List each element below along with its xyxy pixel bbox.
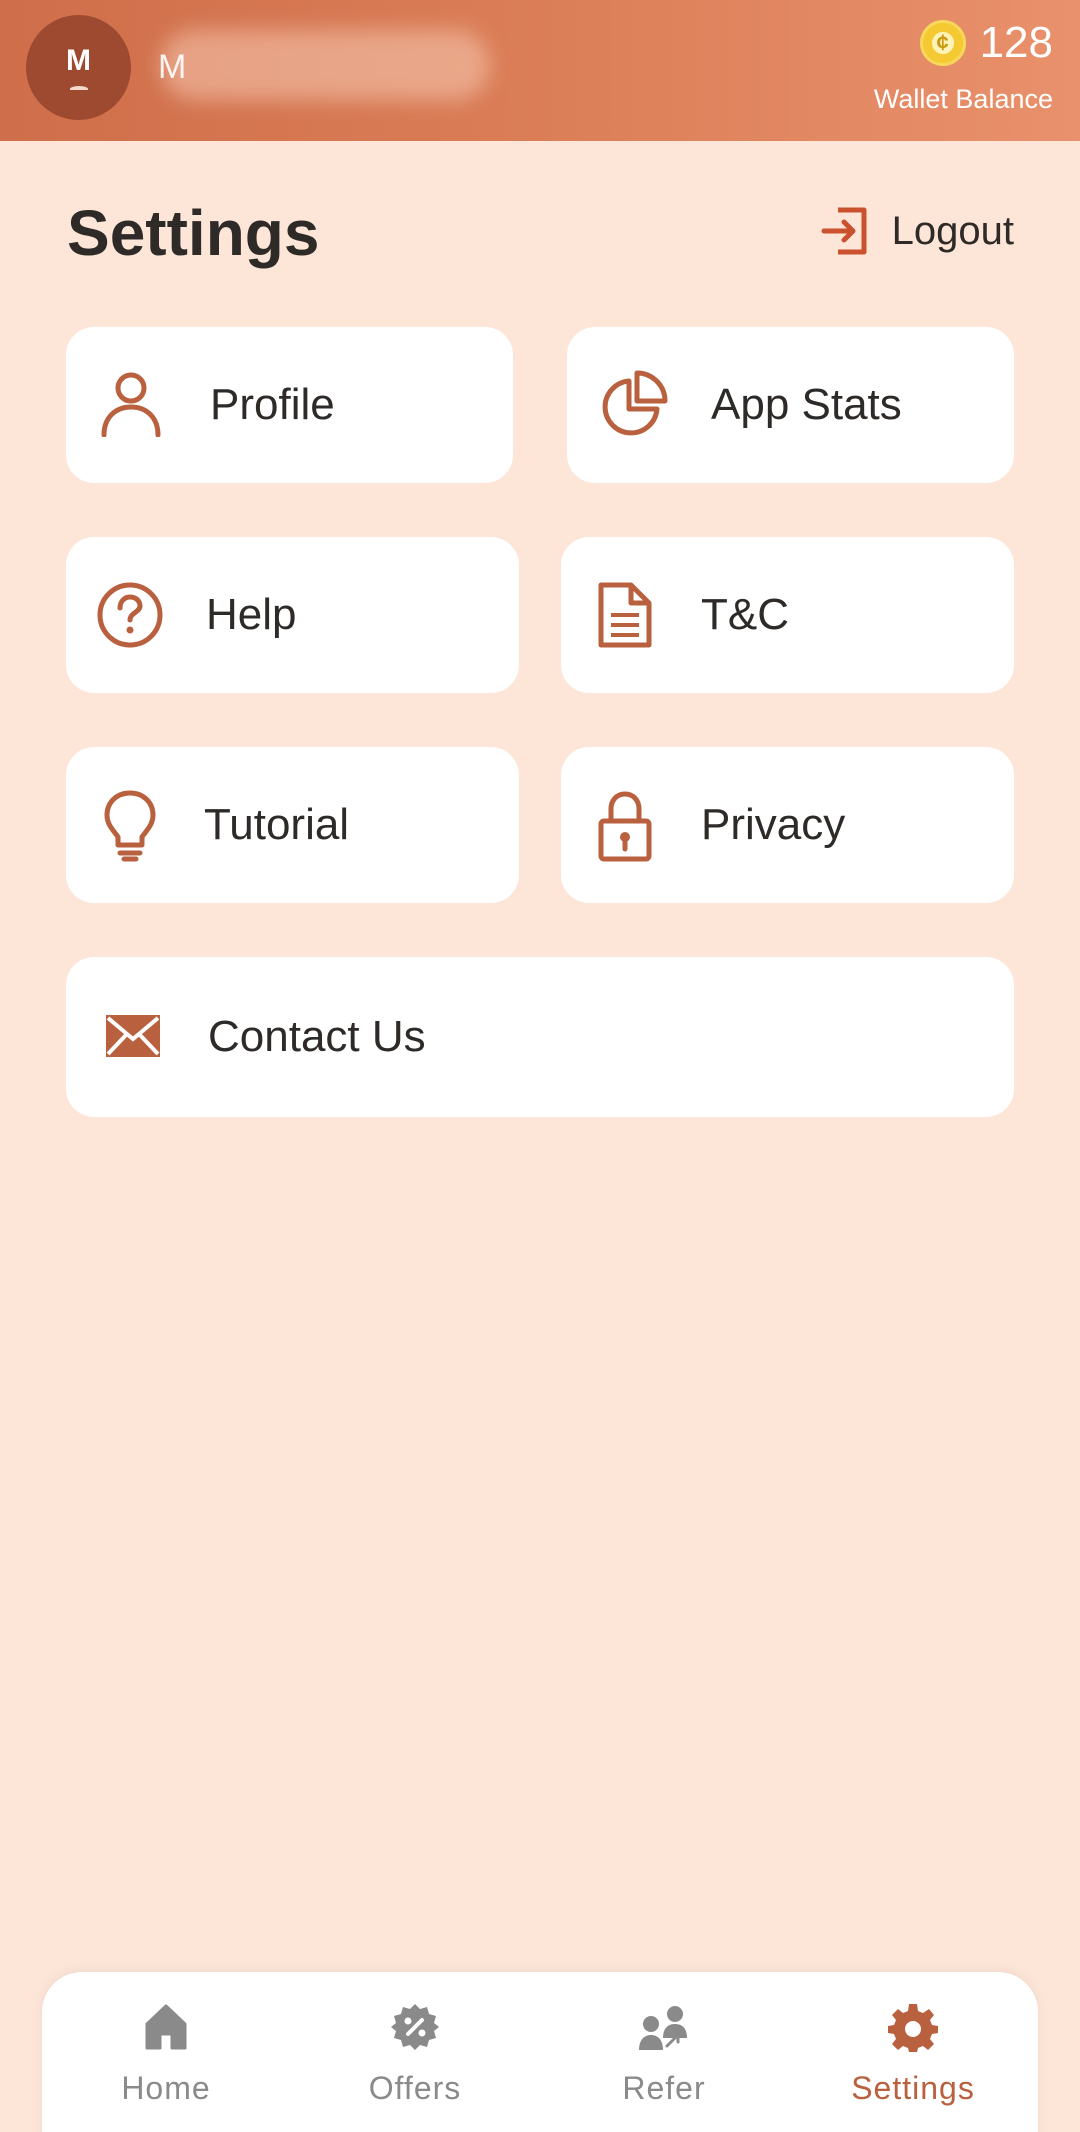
coin-icon: ¢ (919, 20, 966, 66)
document-icon (598, 582, 652, 648)
avatar[interactable]: M (26, 15, 131, 120)
logout-label: Logout (891, 208, 1014, 253)
app-stats-card[interactable]: App Stats (567, 327, 1014, 483)
profile-card[interactable]: Profile (66, 327, 513, 483)
wallet-balance[interactable]: ¢ 128 (919, 18, 1053, 68)
contact-us-label: Contact Us (208, 1012, 426, 1061)
tnc-label: T&C (701, 590, 789, 639)
nav-home[interactable]: Home (66, 2002, 266, 2107)
nav-offers-label: Offers (368, 2070, 462, 2106)
bottom-navigation: Home Offers Refer Settings (42, 1972, 1038, 2132)
discount-badge-icon (391, 2004, 439, 2050)
username-redacted (160, 30, 490, 100)
app-stats-label: App Stats (711, 380, 902, 429)
gear-icon (888, 2004, 938, 2052)
user-icon (101, 372, 161, 437)
refer-users-icon (639, 2006, 687, 2050)
nav-refer[interactable]: Refer (564, 2002, 764, 2107)
help-icon (97, 582, 163, 648)
privacy-card[interactable]: Privacy (561, 747, 1014, 903)
nav-offers[interactable]: Offers (315, 2002, 515, 2107)
logout-icon (821, 207, 867, 255)
nav-settings-label: Settings (851, 2070, 975, 2106)
help-label: Help (206, 590, 297, 639)
wallet-balance-label: Wallet Balance (873, 84, 1053, 114)
lock-icon (598, 791, 652, 862)
page-title: Settings (67, 197, 320, 269)
privacy-label: Privacy (701, 800, 846, 849)
pie-chart-icon (602, 370, 668, 436)
username-text: M (158, 48, 187, 86)
nav-home-label: Home (121, 2070, 211, 2106)
contact-us-card[interactable]: Contact Us (66, 957, 1014, 1117)
logout-button[interactable]: Logout (820, 206, 1014, 256)
lightbulb-icon (104, 790, 156, 862)
tutorial-label: Tutorial (204, 800, 350, 849)
profile-label: Profile (210, 380, 335, 429)
wallet-amount: 128 (979, 18, 1053, 67)
help-card[interactable]: Help (66, 537, 519, 693)
tnc-card[interactable]: T&C (561, 537, 1014, 693)
tutorial-card[interactable]: Tutorial (66, 747, 519, 903)
home-icon (145, 2004, 187, 2050)
avatar-initial: M (66, 43, 91, 77)
nav-settings[interactable]: Settings (813, 2002, 1013, 2107)
envelope-icon (106, 1015, 160, 1057)
app-header: M M ¢ 128 Wallet Balance (0, 0, 1080, 141)
nav-refer-label: Refer (622, 2070, 706, 2106)
avatar-smile-icon (69, 85, 88, 92)
